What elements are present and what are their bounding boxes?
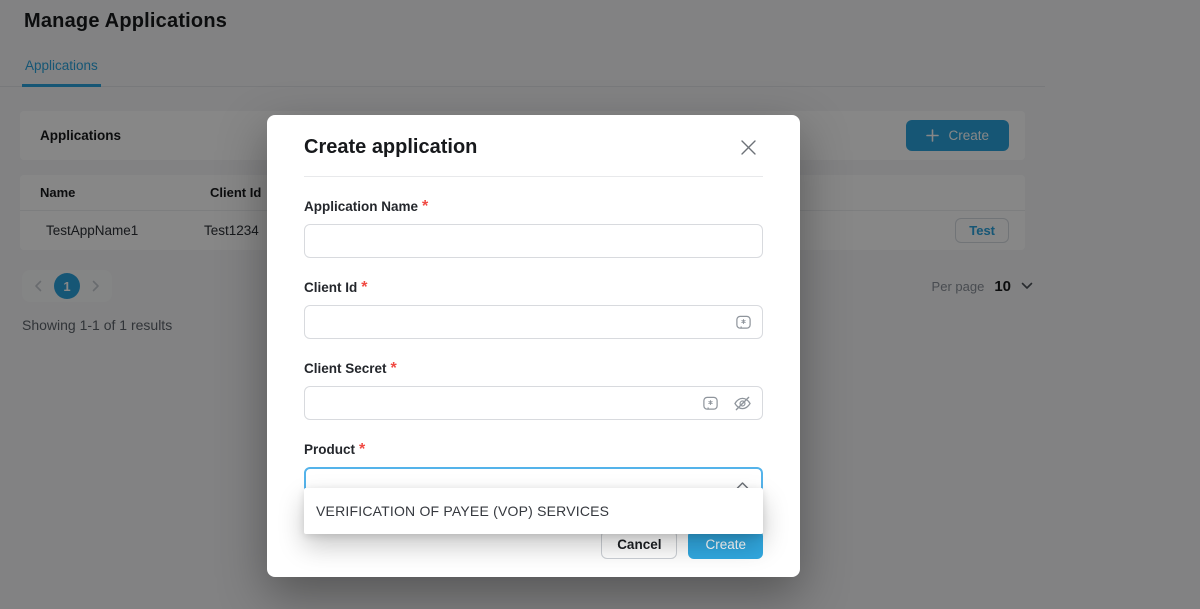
required-marker: * <box>359 441 365 458</box>
create-application-modal: Create application Application Name * Cli… <box>267 115 800 577</box>
client-id-input-wrap <box>304 305 763 339</box>
product-dropdown: VERIFICATION OF PAYEE (VOP) SERVICES <box>304 488 763 534</box>
application-name-group: Application Name * <box>304 198 763 258</box>
application-name-input-wrap <box>304 224 763 258</box>
autofill-icon[interactable] <box>735 314 752 331</box>
client-secret-input[interactable] <box>304 386 763 420</box>
eye-off-icon[interactable] <box>733 395 752 412</box>
modal-divider <box>304 176 763 177</box>
modal-header: Create application <box>304 115 763 159</box>
modal-footer: Cancel Create <box>601 530 763 559</box>
client-secret-input-wrap <box>304 386 763 420</box>
client-secret-label: Client Secret <box>304 361 387 376</box>
required-marker: * <box>422 198 428 215</box>
dropdown-option-vop-services[interactable]: VERIFICATION OF PAYEE (VOP) SERVICES <box>316 503 609 519</box>
client-id-label: Client Id <box>304 280 357 295</box>
client-id-group: Client Id * <box>304 279 763 339</box>
product-label: Product <box>304 442 355 457</box>
autofill-icon[interactable] <box>702 395 719 412</box>
required-marker: * <box>391 360 397 377</box>
modal-create-button[interactable]: Create <box>688 530 763 559</box>
application-name-label: Application Name <box>304 199 418 214</box>
client-id-input[interactable] <box>304 305 763 339</box>
close-icon[interactable] <box>738 137 759 158</box>
modal-title: Create application <box>304 136 477 159</box>
cancel-button[interactable]: Cancel <box>601 530 677 559</box>
application-name-input[interactable] <box>304 224 763 258</box>
required-marker: * <box>361 279 367 296</box>
client-secret-group: Client Secret * <box>304 360 763 420</box>
